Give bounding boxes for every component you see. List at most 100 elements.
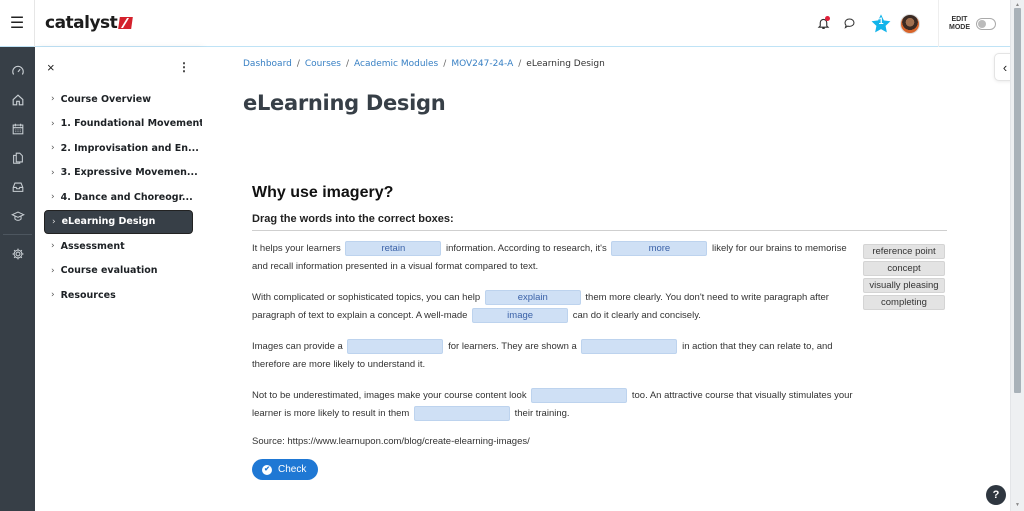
- paragraph-text: their training.: [514, 408, 570, 419]
- brand-name: catalyst: [45, 13, 118, 33]
- page-scrollbar[interactable]: ▲ ▼: [1010, 0, 1024, 511]
- section-label: 1. Foundational Movement ...: [60, 118, 218, 130]
- drop-zone[interactable]: explain: [484, 289, 581, 305]
- section-label: Course Overview: [60, 93, 152, 105]
- hamburger-icon: ☰: [9, 15, 25, 32]
- draggable-word[interactable]: concept: [863, 261, 945, 276]
- notifications-button[interactable]: [812, 13, 834, 35]
- source-citation: Source: https://www.learnupon.com/blog/c…: [252, 436, 530, 447]
- course-section-item[interactable]: › Assessment: [44, 234, 193, 259]
- activity-instruction: Drag the words into the correct boxes:: [252, 213, 947, 231]
- page-title: eLearning Design: [243, 91, 446, 115]
- gear-icon: [12, 248, 23, 259]
- breadcrumb-separator: /: [346, 59, 350, 69]
- word-bank: reference point concept visually pleasin…: [863, 244, 945, 312]
- rail-dashboard[interactable]: [0, 56, 35, 85]
- rail-divider: [3, 234, 32, 235]
- rail-content-bank[interactable]: [0, 143, 35, 172]
- graduation-cap-icon: [10, 210, 25, 221]
- breadcrumb-separator: /: [296, 59, 300, 69]
- course-section-item[interactable]: › Course Overview: [44, 87, 193, 112]
- paragraph-text: information. According to research, it's: [446, 243, 607, 254]
- chevron-right-icon: ›: [51, 265, 55, 276]
- paragraph-text: Images can provide a: [252, 341, 343, 352]
- paragraph-text: for learners. They are shown a: [448, 341, 577, 352]
- notification-dot: [825, 15, 830, 21]
- check-button-label: Check: [278, 464, 307, 475]
- course-section-item[interactable]: › Resources: [44, 283, 193, 308]
- course-index-drawer: × ⋮ › Course Overview › 1. Foundational …: [35, 47, 218, 511]
- top-navbar: ☰ catalyst 1 EDIT MODE: [0, 0, 1010, 47]
- drop-zone[interactable]: [531, 387, 628, 403]
- help-button[interactable]: ?: [986, 485, 1006, 505]
- breadcrumb-link-academic-modules[interactable]: Academic Modules: [354, 59, 438, 69]
- rail-home[interactable]: [0, 85, 35, 114]
- drawer-header: × ⋮: [35, 47, 202, 87]
- brand-logo[interactable]: catalyst: [45, 13, 134, 33]
- edit-mode-toggle[interactable]: [976, 17, 996, 30]
- chevron-right-icon: ›: [51, 143, 55, 154]
- rail-my-courses[interactable]: [0, 201, 35, 230]
- draggable-word[interactable]: visually pleasing: [863, 278, 945, 293]
- drop-zone[interactable]: [347, 338, 444, 354]
- chevron-right-icon: ›: [51, 118, 55, 129]
- scroll-up-arrow-icon[interactable]: ▲: [1015, 2, 1020, 8]
- breadcrumb-link-courses[interactable]: Courses: [305, 59, 341, 69]
- hamburger-menu-button[interactable]: ☰: [0, 0, 35, 47]
- close-drawer-button[interactable]: ×: [47, 60, 55, 75]
- chevron-right-icon: ›: [51, 167, 55, 178]
- edit-mode-label-line1: EDIT: [951, 15, 968, 23]
- rail-inbox[interactable]: [0, 172, 35, 201]
- paragraph-text: Not to be underestimated, images make yo…: [252, 390, 527, 401]
- drawer-menu-button[interactable]: ⋮: [178, 60, 190, 74]
- navbar-actions: 1 EDIT MODE: [812, 0, 1010, 47]
- section-label: Assessment: [60, 240, 125, 252]
- paragraph-text: It helps your learners: [252, 243, 341, 254]
- activity-paragraph: It helps your learners retain informatio…: [252, 240, 854, 276]
- drop-zone[interactable]: retain: [345, 240, 442, 256]
- edit-mode-label: EDIT MODE: [949, 16, 970, 32]
- scrollbar-thumb[interactable]: [1014, 8, 1021, 393]
- breadcrumb: Dashboard / Courses / Academic Modules / MOV24…: [243, 59, 605, 69]
- check-button[interactable]: ✔ Check: [252, 459, 319, 480]
- user-avatar[interactable]: [900, 13, 920, 34]
- course-section-item[interactable]: › 4. Dance and Choreogr...: [44, 185, 193, 210]
- draggable-word[interactable]: reference point: [863, 244, 945, 259]
- activity-paragraph: Not to be underestimated, images make yo…: [252, 387, 854, 423]
- chevron-left-icon: ‹: [1002, 59, 1008, 75]
- drop-zone[interactable]: image: [472, 307, 569, 323]
- course-section-item[interactable]: › Course evaluation: [44, 259, 193, 284]
- course-section-item[interactable]: › 3. Expressive Movemen...: [44, 161, 198, 186]
- draggable-word[interactable]: completing: [863, 295, 945, 310]
- paragraph-text: With complicated or sophisticated topics…: [252, 292, 481, 303]
- drop-zone[interactable]: [581, 338, 678, 354]
- section-label: 4. Dance and Choreogr...: [60, 191, 193, 203]
- level-badge[interactable]: 1: [870, 13, 892, 35]
- breadcrumb-link-course[interactable]: MOV247-24-A: [451, 59, 513, 69]
- section-label: 2. Improvisation and En...: [60, 142, 199, 154]
- messages-button[interactable]: [838, 13, 860, 35]
- course-section-item-active[interactable]: › eLearning Design: [44, 209, 193, 234]
- scroll-down-arrow-icon[interactable]: ▼: [1015, 502, 1020, 508]
- course-section-item[interactable]: › 1. Foundational Movement ...: [44, 112, 218, 137]
- activity-paragraph: With complicated or sophisticated topics…: [252, 289, 854, 325]
- dashboard-gauge-icon: [11, 65, 24, 75]
- rail-calendar[interactable]: [0, 114, 35, 143]
- section-label: Course evaluation: [60, 265, 158, 277]
- rail-settings[interactable]: [0, 239, 35, 268]
- inbox-icon: [12, 182, 23, 192]
- paragraph-text: can do it clearly and concisely.: [572, 310, 701, 321]
- badge-count: 1: [878, 15, 884, 26]
- drop-zone[interactable]: more: [611, 240, 708, 256]
- main-content: Dashboard / Courses / Academic Modules / MOV24…: [202, 47, 1016, 511]
- drop-zone[interactable]: [413, 405, 510, 421]
- edit-mode-control: EDIT MODE: [938, 0, 1010, 47]
- activity-title: Why use imagery?: [252, 184, 394, 201]
- course-index-list: › Course Overview › 1. Foundational Move…: [35, 87, 218, 308]
- breadcrumb-separator: /: [518, 59, 522, 69]
- home-icon: [12, 93, 23, 105]
- breadcrumb-link-dashboard[interactable]: Dashboard: [243, 59, 292, 69]
- calendar-icon: [12, 123, 23, 134]
- check-circle-icon: ✔: [262, 464, 272, 475]
- course-section-item[interactable]: › 2. Improvisation and En...: [44, 136, 199, 161]
